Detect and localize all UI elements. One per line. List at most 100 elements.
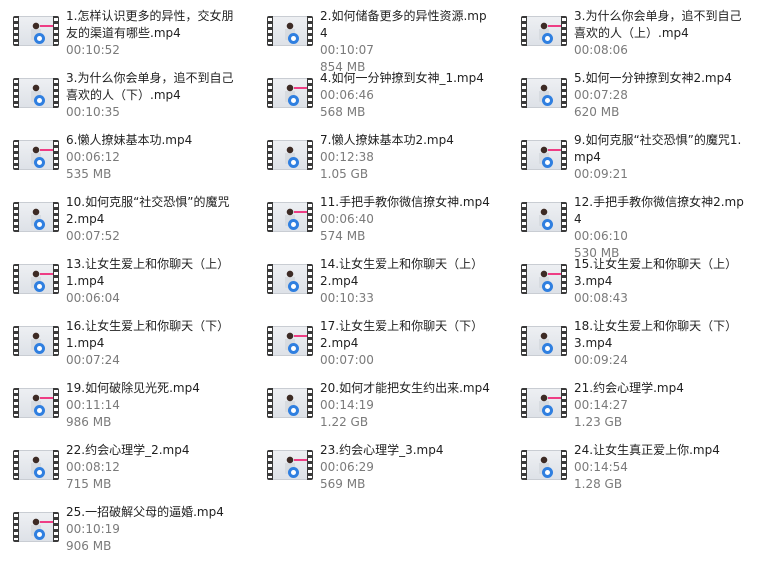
video-file-item[interactable]: 11.手把手教你微信撩女神.mp4 00:06:40 574 MB [254, 194, 500, 250]
video-thumbnail-icon [267, 78, 313, 108]
file-name: 13.让女生爱上和你聊天（上）1.mp4 [66, 257, 230, 288]
file-name: 3.为什么你会单身，追不到自己喜欢的人（上）.mp4 [574, 9, 742, 40]
video-file-item[interactable]: 4.如何一分钟撩到女神_1.mp4 00:06:46 568 MB [254, 70, 500, 126]
video-thumbnail-icon [13, 264, 59, 294]
video-file-item[interactable]: 18.让女生爱上和你聊天（下）3.mp4 00:09:24 [508, 318, 754, 374]
file-name: 9.如何克服“社交恐惧”的魔咒1.mp4 [574, 133, 742, 164]
video-file-item[interactable]: 12.手把手教你微信撩女神2.mp4 00:06:10 530 MB [508, 194, 754, 260]
file-duration: 00:14:19 [320, 398, 374, 412]
file-meta: 5.如何一分钟撩到女神2.mp4 00:07:28 620 MB [574, 70, 746, 121]
file-duration: 00:07:52 [66, 229, 120, 243]
video-thumbnail-icon [267, 326, 313, 356]
video-file-item[interactable]: 13.让女生爱上和你聊天（上）1.mp4 00:06:04 [0, 256, 246, 312]
file-name: 25.一招破解父母的逼婚.mp4 [66, 505, 224, 519]
video-file-item[interactable]: 16.让女生爱上和你聊天（下）1.mp4 00:07:24 [0, 318, 246, 374]
file-size: 574 MB [320, 229, 366, 243]
file-duration: 00:09:21 [574, 167, 628, 181]
file-meta: 9.如何克服“社交恐惧”的魔咒1.mp4 00:09:21 [574, 132, 746, 183]
file-name: 15.让女生爱上和你聊天（上）3.mp4 [574, 257, 738, 288]
video-thumbnail-icon [13, 78, 59, 108]
video-thumbnail-icon [13, 202, 59, 232]
file-meta: 6.懒人撩妹基本功.mp4 00:06:12 535 MB [66, 132, 238, 183]
video-file-item[interactable]: 22.约会心理学_2.mp4 00:08:12 715 MB [0, 442, 246, 498]
file-meta: 18.让女生爱上和你聊天（下）3.mp4 00:09:24 [574, 318, 746, 369]
file-meta: 11.手把手教你微信撩女神.mp4 00:06:40 574 MB [320, 194, 492, 245]
video-file-item[interactable]: 10.如何克服“社交恐惧”的魔咒2.mp4 00:07:52 [0, 194, 246, 250]
file-duration: 00:06:10 [574, 229, 628, 243]
file-meta: 14.让女生爱上和你聊天（上）2.mp4 00:10:33 [320, 256, 492, 307]
file-name: 21.约会心理学.mp4 [574, 381, 684, 395]
file-meta: 10.如何克服“社交恐惧”的魔咒2.mp4 00:07:52 [66, 194, 238, 245]
file-meta: 25.一招破解父母的逼婚.mp4 00:10:19 906 MB [66, 504, 238, 555]
file-name: 22.约会心理学_2.mp4 [66, 443, 190, 457]
file-name: 5.如何一分钟撩到女神2.mp4 [574, 71, 732, 85]
file-duration: 00:06:40 [320, 212, 374, 226]
file-meta: 2.如何储备更多的异性资源.mp4 00:10:07 854 MB [320, 8, 492, 76]
video-file-item[interactable]: 21.约会心理学.mp4 00:14:27 1.23 GB [508, 380, 754, 436]
file-name: 4.如何一分钟撩到女神_1.mp4 [320, 71, 484, 85]
file-duration: 00:06:04 [66, 291, 120, 305]
file-size: 620 MB [574, 105, 620, 119]
video-file-item[interactable]: 6.懒人撩妹基本功.mp4 00:06:12 535 MB [0, 132, 246, 188]
file-duration: 00:06:46 [320, 88, 374, 102]
video-file-item[interactable]: 25.一招破解父母的逼婚.mp4 00:10:19 906 MB [0, 504, 246, 560]
file-size: 906 MB [66, 539, 112, 553]
file-size: 1.22 GB [320, 415, 369, 429]
file-meta: 22.约会心理学_2.mp4 00:08:12 715 MB [66, 442, 238, 493]
file-size: 569 MB [320, 477, 366, 491]
video-file-item[interactable]: 5.如何一分钟撩到女神2.mp4 00:07:28 620 MB [508, 70, 754, 126]
video-thumbnail-icon [521, 16, 567, 46]
video-file-item[interactable]: 1.怎样认识更多的异性，交女朋友的渠道有哪些.mp4 00:10:52 [0, 8, 246, 64]
video-file-item[interactable]: 7.懒人撩妹基本功2.mp4 00:12:38 1.05 GB [254, 132, 500, 188]
video-file-item[interactable]: 23.约会心理学_3.mp4 00:06:29 569 MB [254, 442, 500, 498]
file-name: 14.让女生爱上和你聊天（上）2.mp4 [320, 257, 484, 288]
video-file-item[interactable]: 15.让女生爱上和你聊天（上）3.mp4 00:08:43 [508, 256, 754, 312]
file-meta: 24.让女生真正爱上你.mp4 00:14:54 1.28 GB [574, 442, 746, 493]
file-meta: 7.懒人撩妹基本功2.mp4 00:12:38 1.05 GB [320, 132, 492, 183]
video-thumbnail-icon [13, 388, 59, 418]
file-duration: 00:10:33 [320, 291, 374, 305]
file-duration: 00:09:24 [574, 353, 628, 367]
file-name: 12.手把手教你微信撩女神2.mp4 [574, 195, 744, 226]
video-file-item[interactable]: 3.为什么你会单身，追不到自己喜欢的人（上）.mp4 00:08:06 [508, 8, 754, 64]
file-meta: 1.怎样认识更多的异性，交女朋友的渠道有哪些.mp4 00:10:52 [66, 8, 238, 59]
video-file-item[interactable]: 14.让女生爱上和你聊天（上）2.mp4 00:10:33 [254, 256, 500, 312]
file-name: 7.懒人撩妹基本功2.mp4 [320, 133, 454, 147]
file-duration: 00:11:14 [66, 398, 120, 412]
file-meta: 12.手把手教你微信撩女神2.mp4 00:06:10 530 MB [574, 194, 746, 262]
file-size: 1.05 GB [320, 167, 369, 181]
file-duration: 00:12:38 [320, 150, 374, 164]
file-name: 3.为什么你会单身，追不到自己喜欢的人（下）.mp4 [66, 71, 234, 102]
video-thumbnail-icon [267, 264, 313, 294]
file-name: 23.约会心理学_3.mp4 [320, 443, 444, 457]
file-name: 2.如何储备更多的异性资源.mp4 [320, 9, 487, 40]
file-meta: 19.如何破除见光死.mp4 00:11:14 986 MB [66, 380, 238, 431]
file-size: 568 MB [320, 105, 366, 119]
video-file-item[interactable]: 24.让女生真正爱上你.mp4 00:14:54 1.28 GB [508, 442, 754, 498]
file-duration: 00:10:35 [66, 105, 120, 119]
file-meta: 20.如何才能把女生约出来.mp4 00:14:19 1.22 GB [320, 380, 492, 431]
video-file-item[interactable]: 17.让女生爱上和你聊天（下）2.mp4 00:07:00 [254, 318, 500, 374]
file-duration: 00:10:07 [320, 43, 374, 57]
file-grid: 1.怎样认识更多的异性，交女朋友的渠道有哪些.mp4 00:10:52 2.如何储备… [0, 0, 768, 567]
file-duration: 00:14:27 [574, 398, 628, 412]
file-name: 19.如何破除见光死.mp4 [66, 381, 200, 395]
file-meta: 3.为什么你会单身，追不到自己喜欢的人（上）.mp4 00:08:06 [574, 8, 746, 59]
video-thumbnail-icon [267, 450, 313, 480]
video-thumbnail-icon [521, 450, 567, 480]
video-thumbnail-icon [13, 512, 59, 542]
file-name: 18.让女生爱上和你聊天（下）3.mp4 [574, 319, 738, 350]
file-name: 10.如何克服“社交恐惧”的魔咒2.mp4 [66, 195, 230, 226]
file-meta: 4.如何一分钟撩到女神_1.mp4 00:06:46 568 MB [320, 70, 492, 121]
video-file-item[interactable]: 2.如何储备更多的异性资源.mp4 00:10:07 854 MB [254, 8, 500, 74]
video-thumbnail-icon [521, 78, 567, 108]
video-file-item[interactable]: 9.如何克服“社交恐惧”的魔咒1.mp4 00:09:21 [508, 132, 754, 188]
file-size: 1.23 GB [574, 415, 623, 429]
file-name: 20.如何才能把女生约出来.mp4 [320, 381, 490, 395]
video-file-item[interactable]: 20.如何才能把女生约出来.mp4 00:14:19 1.22 GB [254, 380, 500, 436]
file-meta: 23.约会心理学_3.mp4 00:06:29 569 MB [320, 442, 492, 493]
file-meta: 17.让女生爱上和你聊天（下）2.mp4 00:07:00 [320, 318, 492, 369]
video-file-item[interactable]: 3.为什么你会单身，追不到自己喜欢的人（下）.mp4 00:10:35 [0, 70, 246, 126]
video-file-item[interactable]: 19.如何破除见光死.mp4 00:11:14 986 MB [0, 380, 246, 436]
file-meta: 21.约会心理学.mp4 00:14:27 1.23 GB [574, 380, 746, 431]
